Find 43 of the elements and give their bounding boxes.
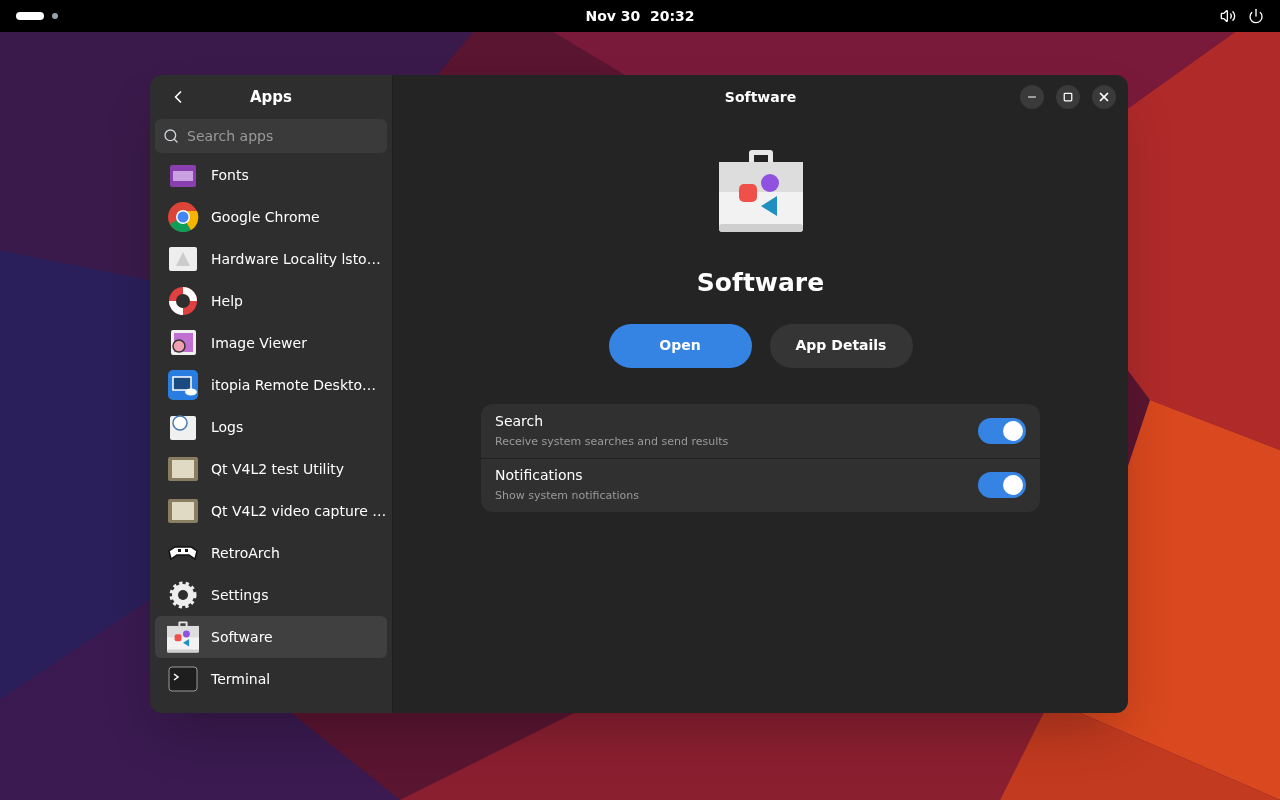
workspace-indicator[interactable] xyxy=(52,13,58,19)
setting-title: Search xyxy=(495,411,545,431)
app-list-item[interactable]: Qt V4L2 video capture … xyxy=(155,490,387,532)
window-title: Software xyxy=(723,87,798,107)
app-list-item[interactable]: Terminal xyxy=(155,658,387,700)
setting-title: Notifications xyxy=(495,466,584,486)
app-list-item[interactable]: Settings xyxy=(155,574,387,616)
open-button[interactable]: Open xyxy=(608,323,752,368)
app-list-item[interactable]: itopia Remote Deskto… xyxy=(155,364,387,406)
minimize-button[interactable] xyxy=(1020,85,1044,109)
maximize-button[interactable] xyxy=(1056,85,1080,109)
maximize-icon xyxy=(1063,92,1073,102)
app-icon xyxy=(718,150,803,232)
toggle-switch[interactable] xyxy=(978,472,1026,498)
app-list-item[interactable]: Logs xyxy=(155,406,387,448)
app-list-item[interactable]: Google Chrome xyxy=(155,196,387,238)
clock[interactable]: Nov 30 20:32 xyxy=(585,6,695,26)
terminal-icon xyxy=(167,663,199,695)
app-name: Software xyxy=(696,267,825,299)
volume-icon[interactable] xyxy=(1220,8,1236,24)
shopping-bag-icon xyxy=(167,621,199,653)
lifebuoy-icon xyxy=(167,285,199,317)
app-list-item[interactable]: Fonts xyxy=(155,154,387,196)
sidebar-title: Apps xyxy=(249,86,293,108)
toggle-switch[interactable] xyxy=(978,417,1026,444)
details-button[interactable]: App Details xyxy=(769,323,913,368)
workspace-indicator[interactable] xyxy=(16,12,44,20)
gear-icon xyxy=(167,579,199,611)
app-list-item[interactable]: Qt V4L2 test Utility xyxy=(155,448,387,490)
search-icon xyxy=(163,128,179,144)
app-list-item[interactable]: Help xyxy=(155,280,387,322)
monitor-cloud-icon xyxy=(167,369,199,401)
setting-subtitle: Receive system searches and send results xyxy=(495,433,730,450)
app-list-item[interactable]: Software xyxy=(155,616,387,658)
app-list-item[interactable]: Image Viewer xyxy=(155,322,387,364)
app-list-item[interactable]: Hardware Locality lsto… xyxy=(155,238,387,280)
app-list-item[interactable]: RetroArch xyxy=(155,532,387,574)
close-button[interactable] xyxy=(1092,85,1116,109)
close-icon xyxy=(1097,90,1111,104)
setting-subtitle: Show system notifications xyxy=(495,488,641,505)
power-icon[interactable] xyxy=(1248,8,1264,24)
search-field[interactable]: Search apps xyxy=(155,119,387,153)
chrome-icon xyxy=(167,201,199,233)
